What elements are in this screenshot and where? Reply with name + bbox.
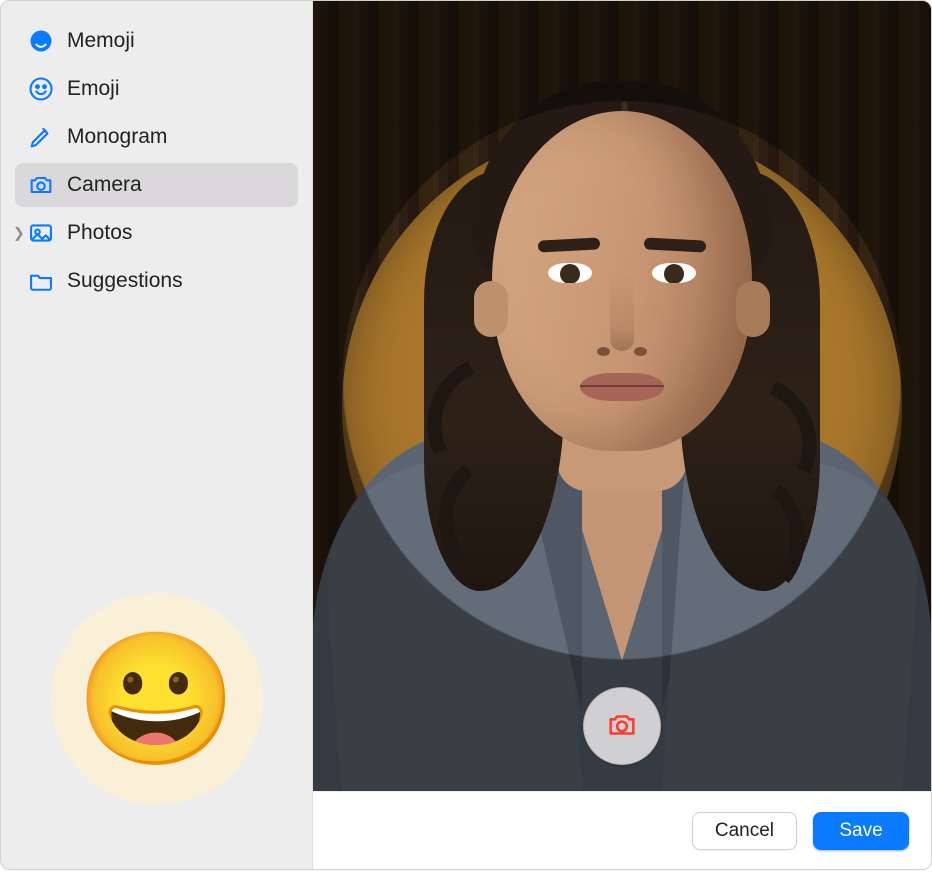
profile-picture-dialog: Memoji Emoji [0, 0, 932, 870]
cancel-button[interactable]: Cancel [692, 812, 797, 850]
sidebar-item-photos[interactable]: ❯ Photos [15, 211, 298, 255]
dialog-footer: Cancel Save [313, 791, 931, 869]
sidebar-item-label: Monogram [67, 125, 167, 149]
camera-shutter-icon [605, 708, 639, 745]
sidebar-source-list: Memoji Emoji [15, 19, 298, 303]
main-panel: Cancel Save [313, 1, 931, 869]
camera-preview [313, 1, 931, 791]
camera-subject [352, 71, 892, 791]
sidebar-item-emoji[interactable]: Emoji [15, 67, 298, 111]
avatar-emoji: 😀 [76, 623, 238, 776]
memoji-face-icon [27, 27, 55, 55]
sidebar-item-label: Suggestions [67, 269, 183, 293]
sidebar-item-label: Photos [67, 221, 132, 245]
save-button[interactable]: Save [813, 812, 909, 850]
sidebar-item-label: Camera [67, 173, 142, 197]
chevron-right-icon: ❯ [13, 225, 25, 242]
sidebar-item-label: Emoji [67, 77, 120, 101]
button-label: Save [839, 820, 882, 842]
photos-icon [27, 219, 55, 247]
emoji-smile-icon [27, 75, 55, 103]
sidebar-item-suggestions[interactable]: Suggestions [15, 259, 298, 303]
sidebar-item-monogram[interactable]: Monogram [15, 115, 298, 159]
sidebar-item-camera[interactable]: Camera [15, 163, 298, 207]
button-label: Cancel [715, 820, 774, 842]
capture-photo-button[interactable] [583, 687, 661, 765]
pencil-icon [27, 123, 55, 151]
sidebar-item-memoji[interactable]: Memoji [15, 19, 298, 63]
sidebar: Memoji Emoji [1, 1, 313, 869]
sidebar-item-label: Memoji [67, 29, 135, 53]
subject-face [492, 111, 752, 451]
camera-icon [27, 171, 55, 199]
current-avatar-preview: 😀 [51, 593, 263, 805]
folder-icon [27, 267, 55, 295]
